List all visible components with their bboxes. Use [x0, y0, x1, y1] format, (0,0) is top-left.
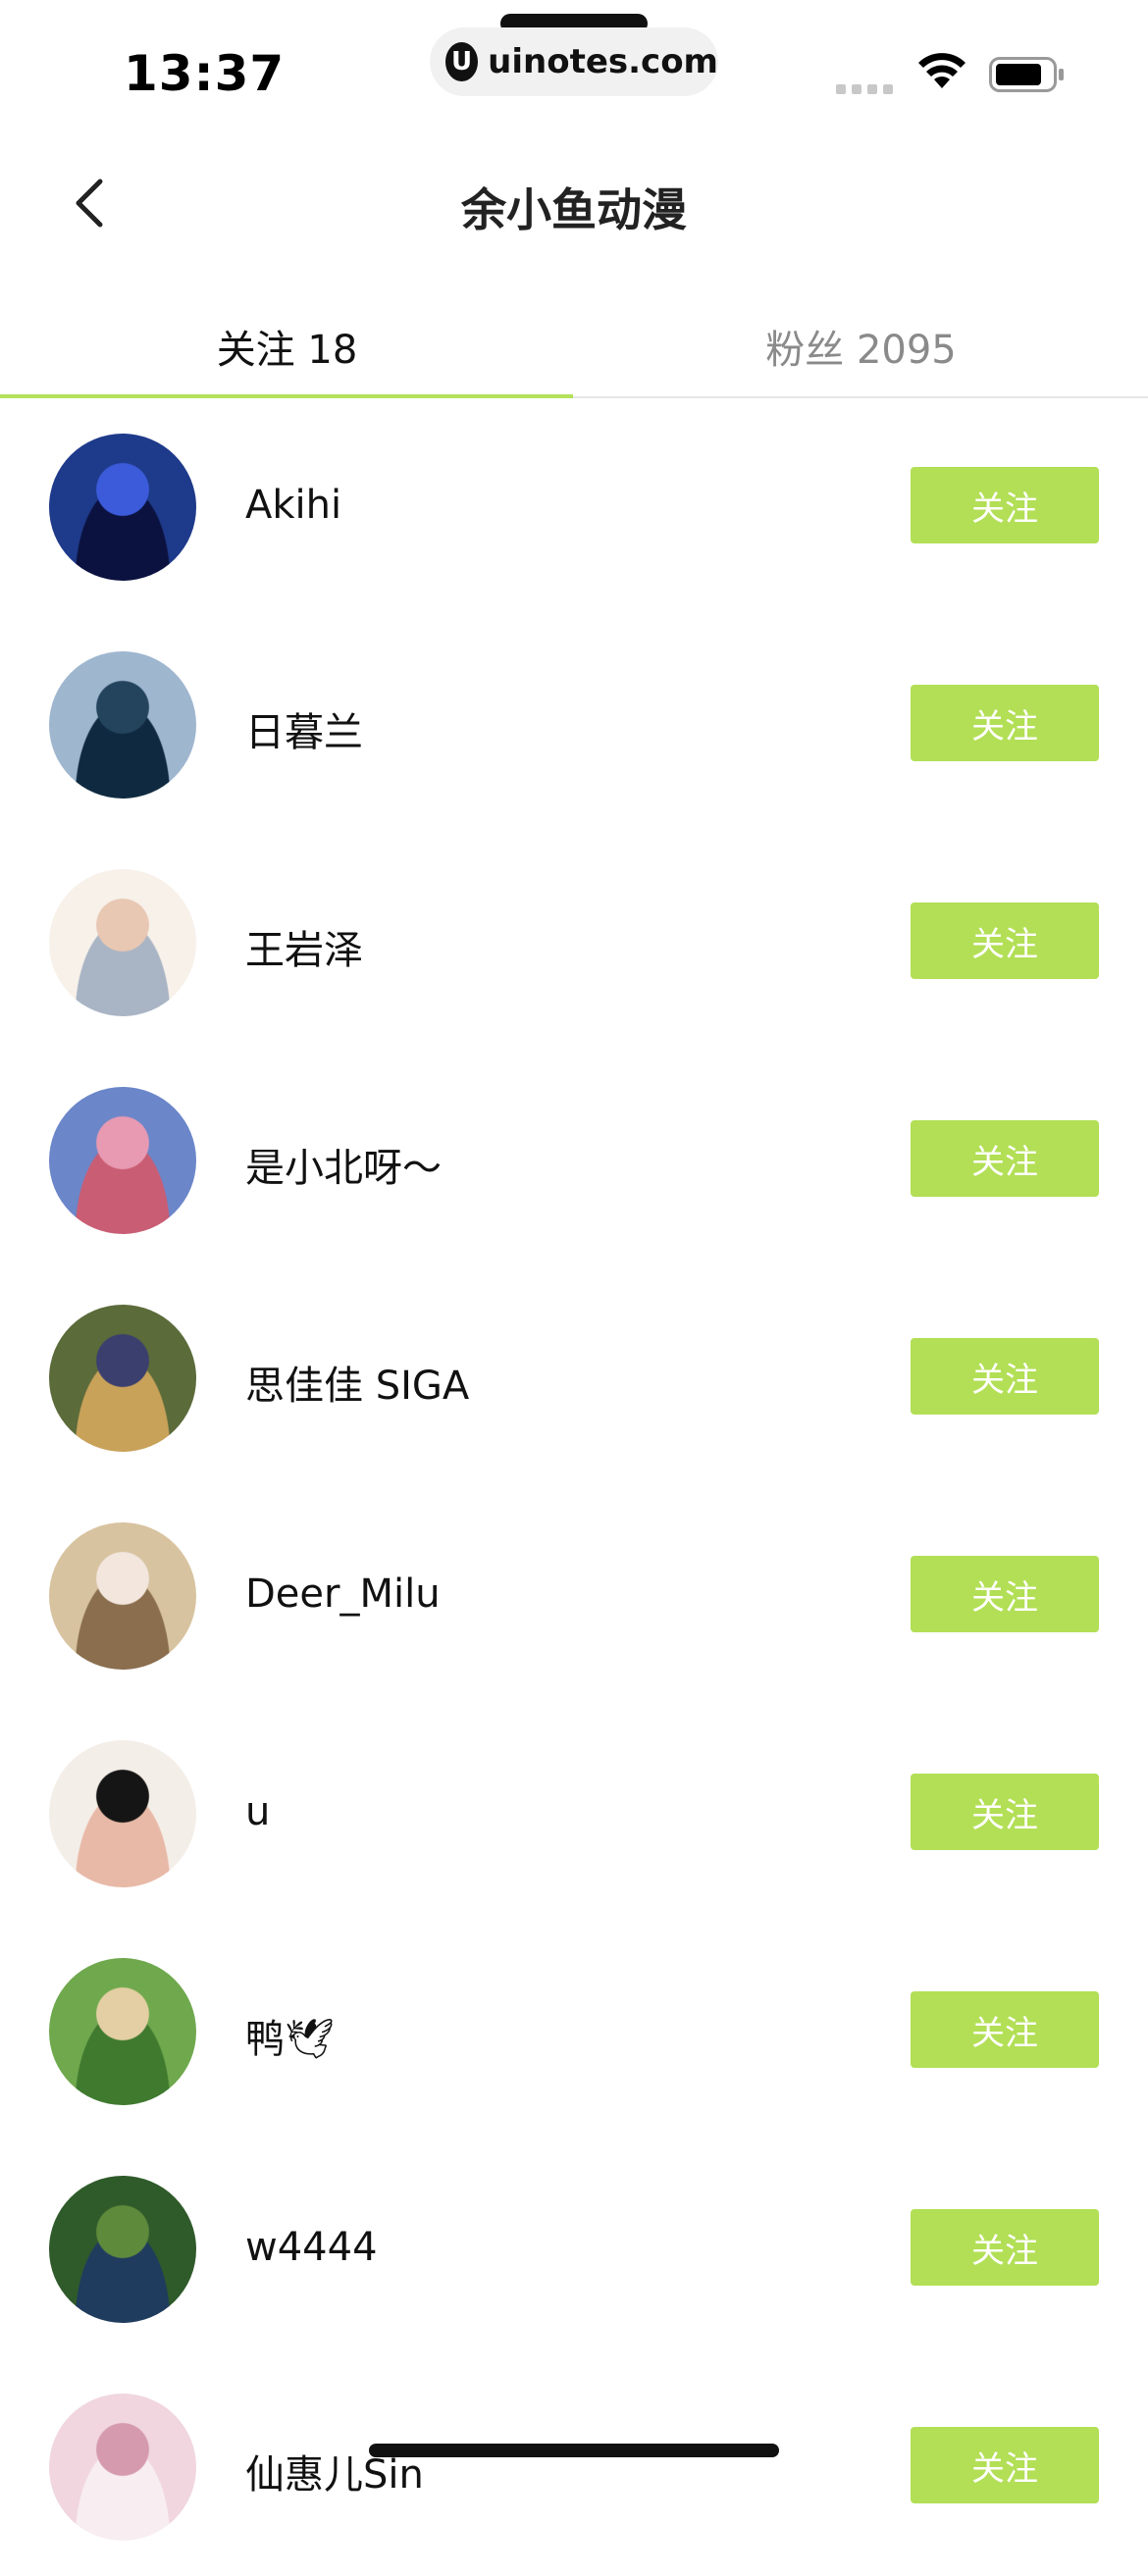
username: Deer_Milu: [245, 1571, 441, 1617]
tab-bar: 关注 18 粉丝 2095: [0, 294, 1148, 398]
username: 王岩泽: [245, 928, 363, 973]
battery-icon: [989, 57, 1064, 92]
username: Akihi: [245, 483, 342, 528]
avatar[interactable]: [49, 651, 196, 799]
list-item[interactable]: Deer_Milu 关注: [0, 1487, 1148, 1705]
follow-button[interactable]: 关注: [911, 902, 1099, 979]
username: 鸭🕊: [245, 2017, 335, 2062]
avatar[interactable]: [49, 1740, 196, 1887]
tab-following[interactable]: 关注 18: [0, 318, 574, 375]
username: 是小北呀～: [245, 1146, 442, 1191]
site-logo-icon: U: [445, 42, 479, 81]
cellular-signal-icon: [836, 84, 893, 94]
list-item[interactable]: 鸭🕊 关注: [0, 1923, 1148, 2140]
list-item[interactable]: 思佳佳 SIGA 关注: [0, 1269, 1148, 1487]
user-list: Akihi 关注 日暮兰 关注 王岩泽 关注 是小北呀～ 关注 思佳佳 SIGA…: [0, 398, 1148, 2576]
list-item[interactable]: w4444 关注: [0, 2140, 1148, 2358]
follow-button[interactable]: 关注: [911, 1120, 1099, 1197]
list-item[interactable]: 仙惠儿Sin 关注: [0, 2358, 1148, 2576]
follow-button[interactable]: 关注: [911, 685, 1099, 761]
username: 日暮兰: [245, 710, 363, 755]
url-pill[interactable]: U uinotes.com: [430, 27, 718, 96]
avatar[interactable]: [49, 434, 196, 581]
tab-followers[interactable]: 粉丝 2095: [574, 318, 1148, 375]
home-indicator[interactable]: [369, 2444, 779, 2457]
list-item[interactable]: u 关注: [0, 1705, 1148, 1923]
follow-button[interactable]: 关注: [911, 467, 1099, 543]
status-time: 13:37: [124, 45, 286, 102]
username: u: [245, 1789, 271, 1834]
list-item[interactable]: Akihi 关注: [0, 398, 1148, 616]
avatar[interactable]: [49, 2394, 196, 2541]
list-item[interactable]: 日暮兰 关注: [0, 616, 1148, 834]
page-title: 余小鱼动漫: [461, 183, 687, 236]
follow-button[interactable]: 关注: [911, 1338, 1099, 1415]
status-bar: 13:37 U uinotes.com: [0, 0, 1148, 128]
avatar[interactable]: [49, 2176, 196, 2323]
avatar[interactable]: [49, 1522, 196, 1670]
avatar[interactable]: [49, 1087, 196, 1234]
follow-button[interactable]: 关注: [911, 2209, 1099, 2286]
avatar[interactable]: [49, 1305, 196, 1452]
list-item[interactable]: 王岩泽 关注: [0, 834, 1148, 1052]
follow-button[interactable]: 关注: [911, 2427, 1099, 2503]
follow-button[interactable]: 关注: [911, 1991, 1099, 2068]
username: 思佳佳 SIGA: [245, 1364, 470, 1409]
follow-button[interactable]: 关注: [911, 1556, 1099, 1632]
follow-button[interactable]: 关注: [911, 1774, 1099, 1850]
list-item[interactable]: 是小北呀～ 关注: [0, 1052, 1148, 1269]
wifi-icon: [918, 53, 965, 88]
avatar[interactable]: [49, 869, 196, 1016]
avatar[interactable]: [49, 1958, 196, 2105]
username: w4444: [245, 2225, 378, 2270]
url-text: uinotes.com: [488, 42, 718, 81]
